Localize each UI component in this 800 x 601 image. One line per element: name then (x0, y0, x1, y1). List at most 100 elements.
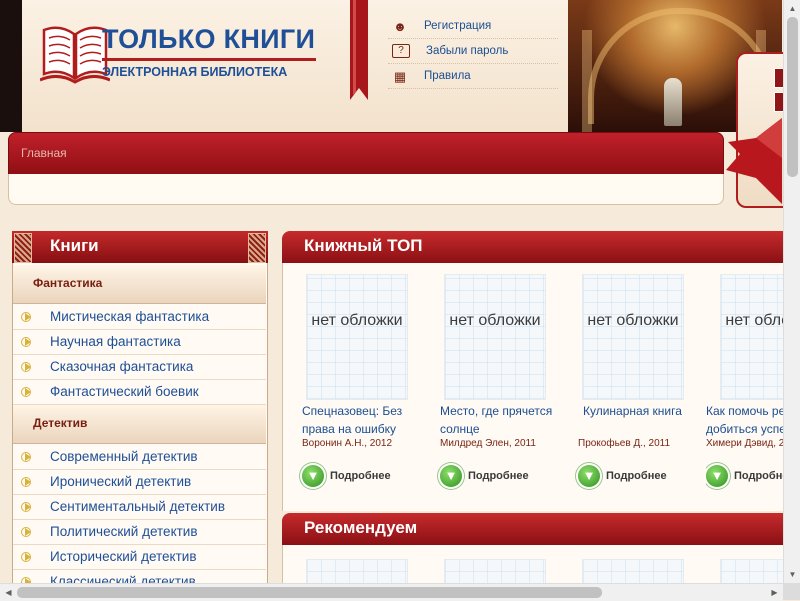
ribbon-decoration-icon (726, 118, 782, 204)
book-author: Воронин А.Н., 2012 (302, 438, 393, 449)
forgot-password-link[interactable]: ? Забыли пароль (388, 39, 558, 64)
book-card: нет обложки Как помочь ребенку добиться … (706, 274, 783, 494)
sidebar-item-sentimental-detective[interactable]: Сентиментальный детектив (13, 495, 266, 520)
book-cover-placeholder[interactable]: нет обложки (444, 274, 546, 400)
no-cover-label: нет обложки (311, 312, 403, 329)
arrow-bullet-icon (21, 362, 31, 372)
download-arrow-icon: ▼ (302, 465, 324, 487)
recommend-header: Рекомендуем (282, 513, 783, 545)
sidebar-item-mystic-fantasy[interactable]: Мистическая фантастика (13, 305, 266, 330)
rules-label: Правила (424, 70, 471, 82)
sidebar-item-fairy-fantasy[interactable]: Сказочная фантастика (13, 355, 266, 380)
category-label: Детектив (33, 416, 88, 430)
question-icon: ? (392, 44, 410, 58)
no-cover-label: нет обложки (587, 312, 679, 329)
more-label: Подробнее (330, 470, 391, 482)
left-edge (0, 0, 22, 132)
book-icon: ▦ (393, 68, 407, 84)
book-cover-placeholder[interactable] (720, 559, 784, 585)
download-arrow-icon: ▼ (578, 465, 600, 487)
book-cover-placeholder[interactable]: нет обложки (720, 274, 783, 400)
scrollbar-corner (783, 583, 800, 600)
sidebar-item-political-detective[interactable]: Политический детектив (13, 520, 266, 545)
more-button[interactable]: ▼ Подробнее (706, 464, 783, 488)
logo-title: ТОЛЬКО КНИГИ (102, 24, 316, 54)
horizontal-scrollbar[interactable]: ◀ ▶ (0, 583, 783, 601)
book-title-link[interactable]: Место, где прячется солнце (440, 402, 558, 438)
top-books-header: Книжный ТОП (282, 231, 783, 263)
arrow-bullet-icon (21, 312, 31, 322)
download-arrow-icon: ▼ (440, 465, 462, 487)
register-link[interactable]: ☻ Регистрация (388, 14, 558, 39)
arrow-bullet-icon (21, 502, 31, 512)
user-menu: ☻ Регистрация ? Забыли пароль ▦ Правила (388, 14, 558, 89)
book-author: Прокофьев Д., 2011 (578, 438, 671, 449)
more-button[interactable]: ▼ Подробнее (440, 464, 529, 488)
sidebar-item-label: Фантастический боевик (50, 384, 199, 399)
category-detective[interactable]: Детектив (13, 405, 266, 444)
arrow-bullet-icon (21, 552, 31, 562)
bookmark-ribbon-icon (350, 0, 368, 100)
arrow-bullet-icon (21, 387, 31, 397)
scroll-right-icon[interactable]: ▶ (766, 584, 783, 601)
category-fantasy[interactable]: Фантастика (13, 265, 266, 304)
book-title-link[interactable]: Кулинарная книга (583, 402, 701, 420)
sidebar-item-label: Исторический детектив (50, 549, 197, 564)
book-title-link[interactable]: Как помочь ребенку добиться успеха (706, 402, 783, 438)
more-button[interactable]: ▼ Подробнее (302, 464, 391, 488)
book-title-link[interactable]: Спецназовец: Без права на ошибку (302, 402, 420, 438)
breadcrumb-panel (8, 174, 724, 205)
sidebar-item-historical-detective[interactable]: Исторический детектив (13, 545, 266, 570)
statue-decoration (664, 78, 682, 126)
scroll-down-icon[interactable]: ▼ (784, 566, 800, 583)
sidebar-header: Книги (12, 231, 268, 263)
book-cover-placeholder[interactable]: нет обложки (306, 274, 408, 400)
logo-subtitle: ЭЛЕКТРОННАЯ БИБЛИОТЕКА (102, 65, 288, 79)
top-books-title: Книжный ТОП (304, 236, 423, 255)
arrow-bullet-icon (21, 452, 31, 462)
no-cover-label: нет обложки (725, 312, 783, 329)
breadcrumb-bar: Главная (8, 132, 724, 176)
users-icon: ☻ (393, 18, 407, 34)
book-cover-placeholder[interactable]: нет обложки (582, 274, 684, 400)
category-label: Фантастика (33, 276, 103, 290)
book-author: Химери Дэвид, 2011 (706, 438, 783, 449)
vertical-scroll-thumb[interactable] (787, 17, 798, 177)
more-label: Подробнее (468, 470, 529, 482)
sidebar-item-modern-detective[interactable]: Современный детектив (13, 445, 266, 470)
book-author: Милдред Элен, 2011 (440, 438, 536, 449)
recommend-title: Рекомендуем (304, 518, 418, 537)
logo[interactable]: ТОЛЬКО КНИГИ ЭЛЕКТРОННАЯ БИБЛИОТЕКА (22, 0, 334, 132)
sidebar-item-label: Научная фантастика (50, 334, 181, 349)
rules-link[interactable]: ▦ Правила (388, 64, 558, 89)
book-cover-placeholder[interactable] (306, 559, 408, 585)
vertical-scrollbar[interactable]: ▲ ▼ (783, 0, 800, 583)
sidebar-item-ironic-detective[interactable]: Иронический детектив (13, 470, 266, 495)
sidebar-item-action-fantasy[interactable]: Фантастический боевик (13, 380, 266, 405)
sidebar-item-sci-fi[interactable]: Научная фантастика (13, 330, 266, 355)
sidebar-title: Книги (50, 236, 99, 255)
open-book-logo-icon (40, 26, 110, 84)
sidebar-item-label: Сентиментальный детектив (50, 499, 226, 514)
more-label: Подробнее (734, 470, 783, 482)
scroll-left-icon[interactable]: ◀ (0, 584, 17, 601)
register-label: Регистрация (424, 20, 492, 32)
arrow-bullet-icon (21, 337, 31, 347)
sidebar-item-label: Иронический детектив (50, 474, 192, 489)
column-decoration (582, 30, 592, 132)
arrow-bullet-icon (21, 477, 31, 487)
breadcrumb-home[interactable]: Главная (21, 146, 67, 160)
sidebar-item-label: Политический детектив (50, 524, 198, 539)
sidebar-item-classic-detective[interactable]: Классический детектив (13, 570, 266, 584)
book-cover-placeholder[interactable] (582, 559, 684, 585)
download-arrow-icon: ▼ (706, 465, 728, 487)
horizontal-scroll-thumb[interactable] (17, 587, 602, 598)
scroll-up-icon[interactable]: ▲ (784, 0, 800, 17)
sidebar-item-label: Современный детектив (50, 449, 198, 464)
book-cover-placeholder[interactable] (444, 559, 546, 585)
more-button[interactable]: ▼ Подробнее (578, 464, 667, 488)
arrow-bullet-icon (21, 527, 31, 537)
no-cover-label: нет обложки (449, 312, 541, 329)
logo-divider (102, 58, 316, 61)
more-label: Подробнее (606, 470, 667, 482)
